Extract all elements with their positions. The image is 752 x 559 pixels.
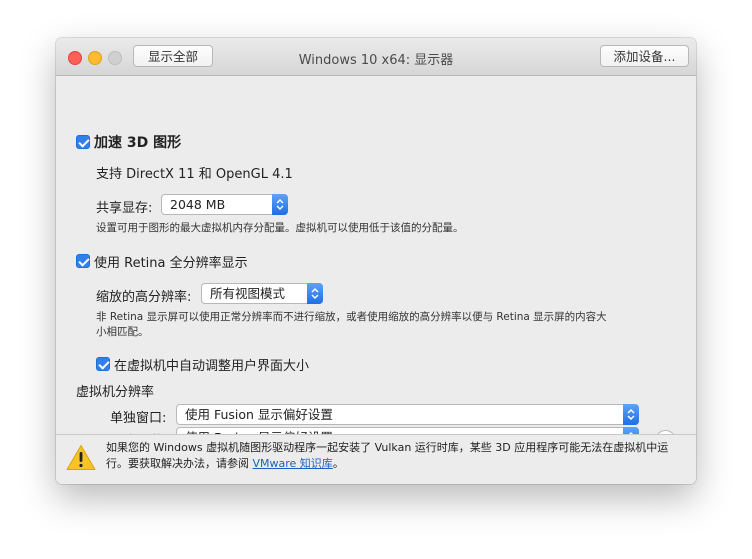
retina-hint-line1: 非 Retina 显示屏可以使用正常分辨率而不进行缩放，或者使用缩放的高分辨率以… <box>96 311 607 323</box>
warning-line2: 行。要获取解决办法，请参阅 VMware 知识库。 <box>106 456 686 472</box>
warning-line1: 如果您的 Windows 虚拟机随图形驱动程序一起安装了 Vulkan 运行时库… <box>106 441 669 454</box>
shared-memory-select[interactable]: 2048 MB <box>161 194 288 215</box>
vm-resolution-heading: 虚拟机分辨率 <box>76 385 155 400</box>
shared-memory-value: 2048 MB <box>170 197 226 212</box>
warning-footer: 如果您的 Windows 虚拟机随图形驱动程序一起安装了 Vulkan 运行时库… <box>56 434 696 484</box>
accelerate-3d-checkbox[interactable] <box>76 135 90 149</box>
shared-memory-hint: 设置可用于图形的最大虚拟机内存分配量。虚拟机可以使用低于该值的分配量。 <box>96 222 464 234</box>
warning-line2-prefix: 行。要获取解决办法，请参阅 <box>106 457 253 470</box>
auto-adjust-label: 在虚拟机中自动调整用户界面大小 <box>114 359 310 374</box>
scaled-resolution-label: 缩放的高分辨率: <box>96 290 192 305</box>
retina-label: 使用 Retina 全分辨率显示 <box>94 256 248 271</box>
scaled-resolution-select[interactable]: 所有视图模式 <box>201 283 323 304</box>
vmware-kb-link[interactable]: VMware 知识库 <box>253 457 333 470</box>
api-support-text: 支持 DirectX 11 和 OpenGL 4.1 <box>96 167 293 182</box>
select-arrows-icon <box>623 404 639 425</box>
select-arrows-icon <box>272 194 288 215</box>
single-window-select[interactable]: 使用 Fusion 显示偏好设置 <box>176 404 639 425</box>
shared-memory-label: 共享显存: <box>96 201 153 216</box>
auto-adjust-checkbox[interactable] <box>96 357 110 371</box>
warning-icon <box>66 444 96 475</box>
warning-text: 如果您的 Windows 虚拟机随图形驱动程序一起安装了 Vulkan 运行时库… <box>106 440 686 472</box>
warning-line2-suffix: 。 <box>332 457 344 470</box>
add-device-button[interactable]: 添加设备... <box>600 45 689 67</box>
single-window-label: 单独窗口: <box>110 411 167 426</box>
select-arrows-icon <box>307 283 323 304</box>
retina-checkbox[interactable] <box>76 254 90 268</box>
preferences-window: 显示全部 Windows 10 x64: 显示器 添加设备... 加速 3D 图… <box>56 38 696 484</box>
retina-hint-line2: 小相匹配。 <box>96 326 149 338</box>
accelerate-3d-label: 加速 3D 图形 <box>94 135 182 151</box>
single-window-value: 使用 Fusion 显示偏好设置 <box>185 407 333 422</box>
titlebar: 显示全部 Windows 10 x64: 显示器 添加设备... <box>56 38 696 76</box>
scaled-resolution-value: 所有视图模式 <box>210 286 286 301</box>
display-settings-panel: 加速 3D 图形 支持 DirectX 11 和 OpenGL 4.1 共享显存… <box>56 76 696 472</box>
